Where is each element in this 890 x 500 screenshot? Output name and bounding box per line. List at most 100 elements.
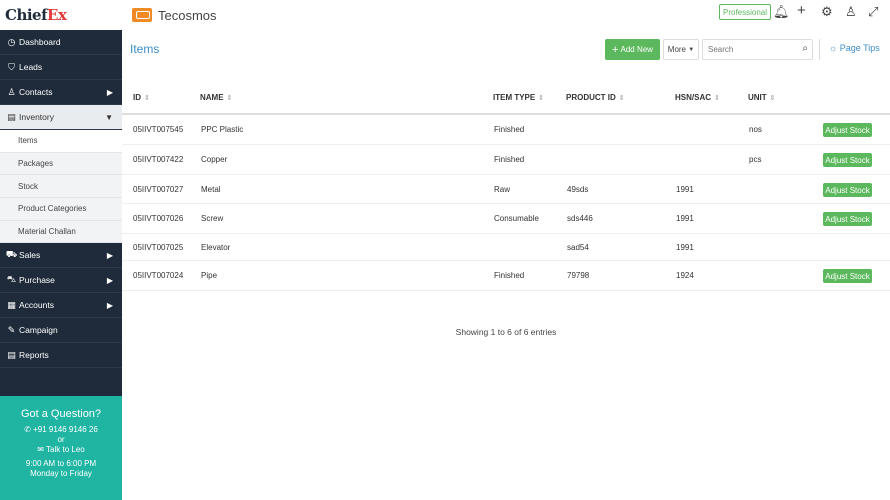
sidebar-item-label: Dashboard (19, 37, 61, 47)
gear-icon[interactable]: ⚙ (821, 4, 833, 20)
cell-name: Copper (201, 155, 228, 164)
col-header-unit[interactable]: UNIT ⇕ (748, 93, 776, 102)
cell-id: 05IIVT007545 (133, 125, 184, 134)
cell-item-type: Finished (494, 155, 525, 164)
more-dropdown[interactable]: More ▼ (663, 39, 699, 60)
sidebar-item-contacts[interactable]: ♙ Contacts ▶ (0, 80, 122, 105)
chiefex-logo[interactable]: ChiefEx (5, 6, 67, 24)
search-input[interactable] (703, 45, 793, 54)
sidebar: ChiefEx ◷ Dashboard ⛉ Leads ♙ Contacts ▶… (0, 0, 122, 500)
sidebar-subitem-material-challan[interactable]: Material Challan (0, 220, 122, 244)
sidebar-item-label: Purchase (19, 275, 55, 286)
inventory-icon: ▤ (7, 111, 16, 122)
cell-unit: nos (749, 125, 762, 134)
sort-icon: ⇕ (714, 95, 720, 102)
plan-badge[interactable]: Professional (719, 4, 772, 20)
sidebar-subitem-packages[interactable]: Packages (0, 152, 122, 176)
cell-item-type: Finished (494, 125, 525, 134)
caret-down-icon: ▼ (688, 46, 695, 53)
table-row[interactable]: 05IIVT007027 Metal Raw 49sds 1991 Adjust… (122, 175, 890, 204)
mail-icon: ✉ (37, 445, 44, 454)
cell-hsn: 1991 (676, 243, 694, 252)
table-row[interactable]: 05IIVT007024 Pipe Finished 79798 1924 Ad… (122, 261, 890, 291)
person-icon: ♙ (7, 86, 16, 97)
adjust-stock-button[interactable]: Adjust Stock (823, 123, 872, 137)
help-talk[interactable]: ✉ Talk to Leo (0, 445, 122, 454)
adjust-stock-button[interactable]: Adjust Stock (823, 269, 872, 283)
sort-icon: ⇕ (226, 95, 233, 102)
cell-name: Screw (201, 214, 224, 223)
search-box: ⌕ (702, 39, 813, 60)
sales-icon: ⛟ (5, 249, 18, 260)
cell-name: Elevator (201, 243, 231, 252)
table-body: 05IIVT007545 PPC Plastic Finished nos Ad… (122, 115, 890, 291)
col-header-item-type[interactable]: ITEM TYPE ⇕ (493, 93, 544, 102)
sidebar-subitem-product-categories[interactable]: Product Categories (0, 198, 122, 221)
add-new-button[interactable]: + Add New (605, 39, 660, 60)
col-header-id[interactable]: ID ⇕ (133, 93, 150, 102)
caret-icon: ▼ (105, 112, 113, 122)
dashboard-icon: ◷ (7, 36, 16, 47)
plus-icon[interactable]: + (797, 2, 806, 19)
table-row[interactable]: 05IIVT007026 Screw Consumable sds446 199… (122, 204, 890, 234)
org-name[interactable]: Tecosmos (158, 8, 217, 23)
sidebar-item-sales[interactable]: ⛟ Sales ▶ (0, 243, 122, 269)
cell-product-id: 79798 (567, 271, 590, 280)
phone-icon: ✆ (24, 425, 31, 434)
help-hours: 9:00 AM to 6:00 PM (25, 459, 97, 468)
sidebar-subitem-stock[interactable]: Stock (0, 175, 122, 199)
sidebar-item-leads[interactable]: ⛉ Leads (0, 55, 122, 80)
sidebar-item-label: Inventory (19, 112, 54, 122)
cell-id: 05IIVT007027 (133, 185, 184, 194)
cell-product-id: sds446 (567, 214, 593, 223)
sidebar-item-label: Leads (19, 62, 43, 72)
cell-item-type: Finished (494, 271, 525, 280)
col-header-product-id[interactable]: PRODUCT ID ⇕ (566, 93, 625, 102)
sidebar-subitem-items[interactable]: Items (0, 130, 122, 153)
cell-item-type: Raw (494, 185, 511, 194)
bell-icon[interactable]: 🔔︎ (773, 4, 790, 20)
col-header-hsn[interactable]: HSN/SAC ⇕ (675, 93, 720, 102)
sidebar-item-campaign[interactable]: ✎ Campaign (0, 318, 122, 344)
cell-hsn: 1991 (676, 185, 694, 194)
help-title: Got a Question? (20, 408, 102, 420)
user-icon[interactable]: ♙ (845, 4, 857, 20)
sidebar-item-purchase[interactable]: ⛍ Purchase ▶ (0, 268, 122, 294)
sidebar-item-reports[interactable]: ▤ Reports (0, 343, 122, 369)
sidebar-item-accounts[interactable]: ▦ Accounts ▶ (0, 293, 122, 319)
megaphone-icon: ✎ (7, 324, 16, 335)
filter-icon: ⛉ (8, 61, 15, 72)
page-tips-link[interactable]: ☼ Page Tips (829, 43, 880, 53)
fullscreen-icon[interactable]: ⤢ (868, 4, 878, 20)
table-row[interactable]: 05IIVT007025 Elevator sad54 1991 (122, 234, 890, 261)
cell-hsn: 1991 (676, 214, 694, 223)
sidebar-item-dashboard[interactable]: ◷ Dashboard (0, 30, 122, 55)
divider (819, 39, 820, 60)
cell-unit: pcs (749, 155, 762, 164)
cell-name: PPC Plastic (201, 125, 244, 134)
adjust-stock-button[interactable]: Adjust Stock (823, 212, 872, 226)
cell-id: 05IIVT007026 (133, 214, 184, 223)
sidebar-item-label: Accounts (19, 300, 54, 311)
sidebar-item-label: Contacts (19, 87, 53, 97)
cell-name: Metal (201, 185, 221, 194)
help-box: Got a Question? ✆ +91 9146 9146 26 or ✉ … (0, 396, 122, 500)
cell-product-id: sad54 (567, 243, 589, 252)
cell-id: 05IIVT007024 (133, 271, 184, 280)
caret-icon: ▶ (106, 300, 113, 310)
cell-id: 05IIVT007422 (133, 155, 184, 164)
sort-icon: ⇕ (769, 95, 776, 102)
help-phone[interactable]: ✆ +91 9146 9146 26 (0, 425, 122, 434)
page-title: Items (130, 42, 160, 56)
lightbulb-icon: ☼ (829, 43, 838, 53)
adjust-stock-button[interactable]: Adjust Stock (823, 153, 872, 167)
cell-item-type: Consumable (494, 214, 539, 223)
col-header-name[interactable]: NAME ⇕ (200, 93, 232, 102)
adjust-stock-button[interactable]: Adjust Stock (823, 183, 872, 197)
search-icon[interactable]: ⌕ (802, 43, 808, 54)
sidebar-item-inventory[interactable]: ▤ Inventory ▼ (0, 105, 122, 130)
cell-id: 05IIVT007025 (133, 243, 184, 252)
help-or: or (57, 435, 65, 444)
table-row[interactable]: 05IIVT007422 Copper Finished pcs Adjust … (122, 145, 890, 175)
table-row[interactable]: 05IIVT007545 PPC Plastic Finished nos Ad… (122, 115, 890, 145)
